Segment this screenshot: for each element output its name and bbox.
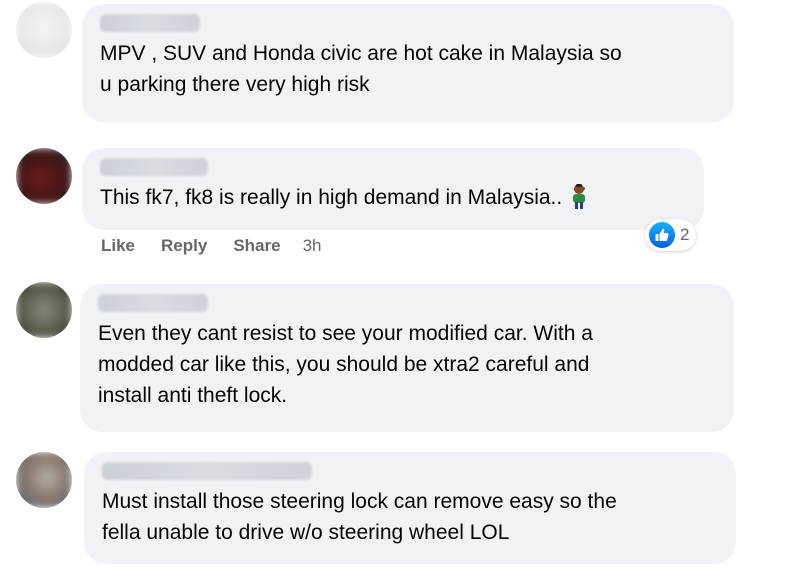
avatar[interactable] [16, 452, 72, 508]
comment-actions: Like Reply Share 3h [101, 236, 322, 256]
reaction-summary[interactable]: 2 [645, 219, 697, 251]
comment-bubble: Even they cant resist to see your modifi… [80, 284, 734, 432]
author-name-redacted[interactable] [98, 294, 208, 312]
like-reaction-icon [649, 222, 675, 248]
comment-bubble: MPV , SUV and Honda civic are hot cake i… [82, 4, 734, 122]
comment-text-content: This fk7, fk8 is really in high demand i… [100, 186, 563, 209]
avatar[interactable] [16, 148, 72, 204]
comment-text: Even they cant resist to see your modifi… [98, 322, 593, 407]
avatar[interactable] [16, 2, 72, 58]
reaction-count: 2 [680, 225, 690, 244]
like-button[interactable]: Like [101, 236, 135, 256]
face-palm-person-emoji [573, 184, 586, 209]
comment-text: MPV , SUV and Honda civic are hot cake i… [100, 42, 622, 96]
comment-text: This fk7, fk8 is really in high demand i… [100, 182, 686, 213]
comment-bubble: This fk7, fk8 is really in high demand i… [82, 148, 704, 230]
reply-button[interactable]: Reply [161, 236, 207, 256]
share-button[interactable]: Share [233, 236, 280, 256]
author-name-redacted[interactable] [102, 462, 312, 480]
comment-bubble: Must install those steering lock can rem… [84, 452, 736, 564]
author-name-redacted[interactable] [100, 158, 208, 176]
author-name-redacted[interactable] [100, 14, 200, 32]
avatar[interactable] [16, 282, 72, 338]
comment-text: Must install those steering lock can rem… [102, 490, 617, 544]
comment-timestamp[interactable]: 3h [303, 236, 322, 256]
